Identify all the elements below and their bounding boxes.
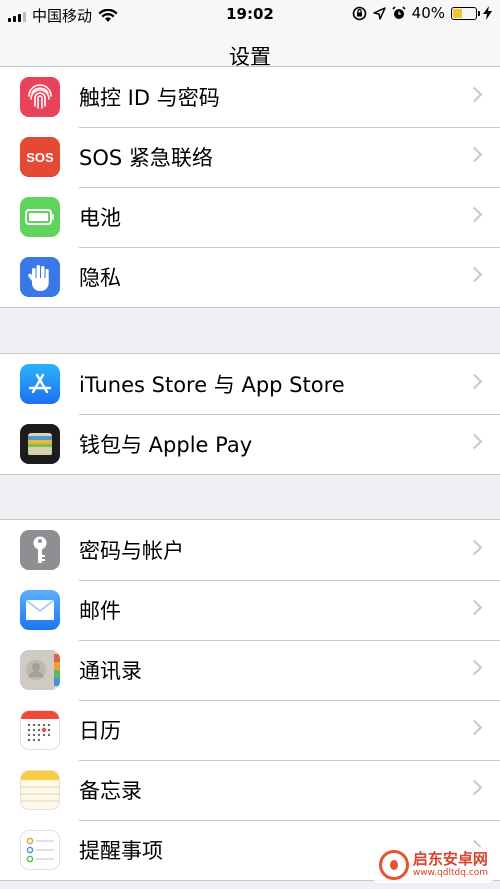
charging-bolt-icon	[483, 6, 492, 20]
key-icon	[20, 530, 60, 570]
settings-row-label: 触控 ID 与密码	[79, 86, 220, 110]
settings-row-label: iTunes Store 与 App Store	[79, 373, 345, 397]
battery-percent: 40%	[411, 4, 445, 22]
chevron-right-icon	[466, 433, 483, 450]
reminders-icon	[20, 830, 60, 870]
chevron-right-icon	[466, 206, 483, 223]
settings-row-calendar[interactable]: 日历	[0, 700, 500, 760]
settings-row-label: 密码与帐户	[79, 539, 184, 563]
chevron-right-icon	[466, 373, 483, 390]
wallet-icon	[20, 424, 60, 464]
settings-row-label: 电池	[79, 206, 121, 230]
settings-row-sos[interactable]: SOS SOS 紧急联络	[0, 127, 500, 187]
calendar-icon	[20, 710, 60, 750]
settings-row-notes[interactable]: 备忘录	[0, 760, 500, 820]
watermark-url: www.qdltdq.com	[412, 868, 488, 878]
settings-row-label: 日历	[79, 719, 121, 743]
battery-icon	[451, 6, 480, 20]
status-bar: 中国移动 19:02 40%	[0, 0, 500, 28]
chevron-right-icon	[466, 146, 483, 163]
chevron-right-icon	[466, 599, 483, 616]
settings-row-label: 钱包与 Apple Pay	[79, 433, 253, 457]
settings-row-contacts[interactable]: 通讯录	[0, 640, 500, 700]
chevron-right-icon	[466, 539, 483, 556]
mail-icon	[20, 590, 60, 630]
status-right: 40%	[352, 4, 492, 22]
settings-row-label: 备忘录	[79, 779, 142, 803]
settings-row-label: 邮件	[79, 599, 121, 623]
watermark-name: 启东安卓网	[412, 850, 488, 868]
settings-row-wallet[interactable]: 钱包与 Apple Pay	[0, 414, 500, 474]
alarm-icon	[392, 6, 406, 19]
watermark-text: 启东安卓网 www.qdltdq.com	[413, 852, 488, 878]
settings-group-security: 触控 ID 与密码 SOS SOS 紧急联络 电池 隐私	[0, 66, 500, 308]
settings-row-app-store[interactable]: iTunes Store 与 App Store	[0, 354, 500, 414]
settings-group-stores: iTunes Store 与 App Store 钱包与 Apple Pay	[0, 353, 500, 475]
settings-group-apps: 密码与帐户 邮件 通讯录 日历 备忘录 提醒事项	[0, 519, 500, 881]
orientation-lock-icon	[352, 6, 366, 20]
settings-row-privacy[interactable]: 隐私	[0, 247, 500, 307]
location-arrow-icon	[372, 6, 386, 20]
settings-row-battery[interactable]: 电池	[0, 187, 500, 247]
contacts-icon	[20, 650, 60, 690]
chevron-right-icon	[466, 86, 483, 103]
settings-row-touch-id[interactable]: 触控 ID 与密码	[0, 67, 500, 127]
settings-row-label: 提醒事项	[79, 839, 163, 863]
settings-row-passwords[interactable]: 密码与帐户	[0, 520, 500, 580]
app-store-icon	[20, 364, 60, 404]
chevron-right-icon	[466, 719, 483, 736]
chevron-right-icon	[466, 779, 483, 796]
sos-icon: SOS	[20, 137, 60, 177]
battery-fill	[453, 8, 462, 18]
hand-icon	[20, 257, 60, 297]
battery-icon	[20, 197, 60, 237]
fingerprint-icon	[20, 77, 60, 117]
watermark-logo-icon	[378, 850, 409, 880]
settings-row-label: 隐私	[79, 266, 121, 290]
settings-row-label: 通讯录	[79, 659, 142, 683]
chevron-right-icon	[466, 659, 483, 676]
site-watermark: 启东安卓网 www.qdltdq.com	[372, 847, 494, 883]
settings-row-label: SOS 紧急联络	[79, 146, 213, 170]
settings-row-mail[interactable]: 邮件	[0, 580, 500, 640]
notes-icon	[20, 770, 60, 810]
chevron-right-icon	[466, 266, 483, 283]
